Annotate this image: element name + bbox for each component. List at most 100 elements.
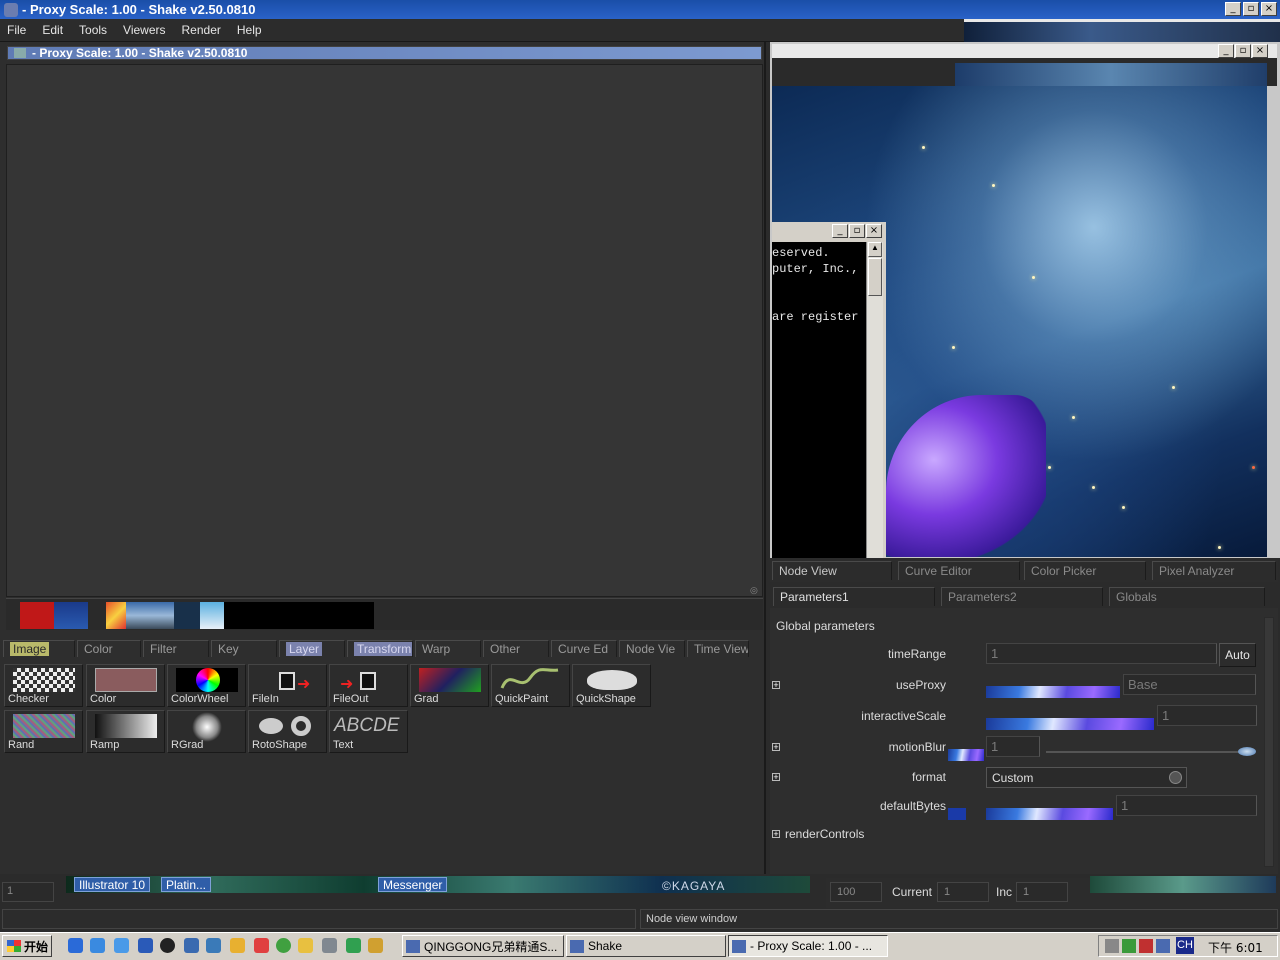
motionblur-track[interactable] bbox=[1046, 751, 1244, 753]
tool-color[interactable]: Color bbox=[86, 664, 165, 707]
tab-filter[interactable]: Filter bbox=[143, 639, 209, 657]
rendercontrols-expand-icon[interactable]: + bbox=[772, 830, 780, 839]
tab-transform[interactable]: Transform bbox=[347, 639, 413, 657]
tab-globals[interactable]: Globals bbox=[1109, 587, 1265, 606]
tool-rotoshape[interactable]: RotoShape bbox=[248, 710, 327, 753]
tab-layer[interactable]: Layer bbox=[279, 639, 345, 657]
tool-colorwheel[interactable]: ColorWheel bbox=[167, 664, 246, 707]
defaultbytes-field[interactable]: 1 bbox=[1116, 795, 1257, 816]
tool-grad[interactable]: Grad bbox=[410, 664, 489, 707]
menu-edit[interactable]: Edit bbox=[35, 23, 72, 37]
image-close-button[interactable]: × bbox=[1252, 44, 1268, 58]
image-app-icon[interactable] bbox=[322, 938, 337, 953]
taskstrip-platinum[interactable]: Platin... bbox=[161, 877, 212, 892]
format-expand-icon[interactable]: + bbox=[772, 773, 780, 782]
taskstrip-messenger[interactable]: Messenger bbox=[378, 877, 448, 892]
close-button[interactable]: × bbox=[1261, 2, 1277, 16]
taskbar-btn-shake[interactable]: Shake bbox=[566, 935, 726, 957]
scroll-up-icon[interactable]: ▲ bbox=[868, 242, 882, 257]
desktop-icon[interactable] bbox=[90, 938, 105, 953]
tool-ramp[interactable]: Ramp bbox=[86, 710, 165, 753]
thumbnail-red-seal[interactable] bbox=[20, 602, 54, 629]
thumbnail-black[interactable] bbox=[224, 602, 374, 629]
ime-indicator[interactable]: CH bbox=[1176, 937, 1194, 954]
motionblur-slider[interactable] bbox=[948, 749, 984, 761]
tab-other[interactable]: Other bbox=[483, 639, 549, 657]
monitor-icon[interactable] bbox=[1156, 939, 1170, 953]
tab-time-view[interactable]: Time View bbox=[687, 639, 749, 657]
defaultbytes-slider[interactable] bbox=[986, 808, 1113, 820]
useproxy-expand-icon[interactable]: + bbox=[772, 681, 780, 690]
folder-icon[interactable] bbox=[368, 938, 383, 953]
app-icon-q[interactable] bbox=[206, 938, 221, 953]
parameters-scrollbar[interactable] bbox=[1264, 617, 1274, 867]
interactivescale-field[interactable]: 1 bbox=[1157, 705, 1257, 726]
search-icon[interactable] bbox=[184, 938, 199, 953]
tab-warp[interactable]: Warp bbox=[415, 639, 481, 657]
volume-icon[interactable] bbox=[1105, 939, 1119, 953]
image-minimize-button[interactable]: _ bbox=[1218, 44, 1234, 58]
tray-clock[interactable]: 下午 6:01 bbox=[1208, 939, 1263, 956]
console-minimize-button[interactable]: _ bbox=[832, 224, 848, 238]
interactivescale-slider[interactable] bbox=[986, 718, 1154, 730]
tab-node-view[interactable]: Node Vie bbox=[619, 639, 685, 657]
console-maximize-button[interactable]: ▫ bbox=[849, 224, 865, 238]
tab-parameters1[interactable]: Parameters1 bbox=[773, 587, 935, 606]
thumbnail-blue[interactable] bbox=[54, 602, 88, 629]
thumbnail-sky[interactable] bbox=[200, 602, 224, 629]
taskstrip-illustrator[interactable]: Illustrator 10 bbox=[74, 877, 151, 892]
console-close-button[interactable]: × bbox=[866, 224, 882, 238]
tab-pixel-analyzer[interactable]: Pixel Analyzer bbox=[1152, 561, 1276, 580]
tool-fileout[interactable]: ➜ FileOut bbox=[329, 664, 408, 707]
tool-text[interactable]: ABCDE Text bbox=[329, 710, 408, 753]
useproxy-slider[interactable] bbox=[986, 686, 1120, 698]
motionblur-knob[interactable] bbox=[1238, 747, 1256, 756]
thumbnail-mountain[interactable] bbox=[126, 602, 174, 629]
end-frame-field[interactable]: 100 bbox=[830, 882, 882, 902]
tool-rand[interactable]: Rand bbox=[4, 710, 83, 753]
flower-icon[interactable] bbox=[254, 938, 269, 953]
clover-icon[interactable] bbox=[346, 938, 361, 953]
motionblur-field[interactable]: 1 bbox=[986, 736, 1040, 757]
qq-penguin-icon[interactable] bbox=[160, 938, 175, 953]
media-icon[interactable] bbox=[276, 938, 291, 953]
timerange-field[interactable]: 1 bbox=[986, 643, 1217, 664]
tab-node-view-panel[interactable]: Node View bbox=[772, 561, 892, 580]
security-icon[interactable] bbox=[1139, 939, 1153, 953]
image-maximize-button[interactable]: ▫ bbox=[1235, 44, 1251, 58]
motionblur-expand-icon[interactable]: + bbox=[772, 743, 780, 752]
taskbar-btn-qinggong[interactable]: QINGGONG兄弟精通S... bbox=[402, 935, 564, 957]
tool-quickshape[interactable]: QuickShape bbox=[572, 664, 651, 707]
taskbar-btn-proxy-scale[interactable]: - Proxy Scale: 1.00 - ... bbox=[728, 935, 888, 957]
ie-icon[interactable] bbox=[68, 938, 83, 953]
triangle-app-icon[interactable] bbox=[298, 938, 313, 953]
menu-help[interactable]: Help bbox=[230, 23, 271, 37]
current-frame-field[interactable]: 1 bbox=[937, 882, 989, 902]
auto-button[interactable]: Auto bbox=[1219, 643, 1256, 667]
console-scrollbar[interactable]: ▲ bbox=[866, 242, 883, 558]
tab-curve-editor-panel[interactable]: Curve Editor bbox=[898, 561, 1020, 580]
tool-filein[interactable]: ➜ FileIn bbox=[248, 664, 327, 707]
network-icon[interactable] bbox=[1122, 939, 1136, 953]
tab-curve-editor[interactable]: Curve Ed bbox=[551, 639, 617, 657]
scroll-thumb[interactable] bbox=[868, 258, 882, 296]
menu-file[interactable]: File bbox=[0, 23, 35, 37]
tab-image[interactable]: Image bbox=[3, 639, 75, 657]
tab-parameters2[interactable]: Parameters2 bbox=[941, 587, 1103, 606]
minimize-button[interactable]: _ bbox=[1225, 2, 1241, 16]
maximize-button[interactable]: ▫ bbox=[1243, 2, 1259, 16]
tool-checker[interactable]: Checker bbox=[4, 664, 83, 707]
format-dropdown-icon[interactable] bbox=[1169, 771, 1182, 784]
menu-tools[interactable]: Tools bbox=[72, 23, 116, 37]
start-frame-field[interactable]: 1 bbox=[2, 882, 54, 902]
tool-rgrad[interactable]: RGrad bbox=[167, 710, 246, 753]
messenger-icon[interactable] bbox=[138, 938, 153, 953]
format-select[interactable]: Custom bbox=[986, 767, 1187, 788]
explorer-icon[interactable] bbox=[114, 938, 129, 953]
image-viewer[interactable] bbox=[6, 64, 763, 597]
resize-grip-icon[interactable]: ◎ bbox=[750, 585, 760, 595]
menu-render[interactable]: Render bbox=[175, 23, 230, 37]
tool-quickpaint[interactable]: QuickPaint bbox=[491, 664, 570, 707]
pencil-icon[interactable] bbox=[230, 938, 245, 953]
useproxy-field[interactable]: Base bbox=[1123, 674, 1256, 695]
